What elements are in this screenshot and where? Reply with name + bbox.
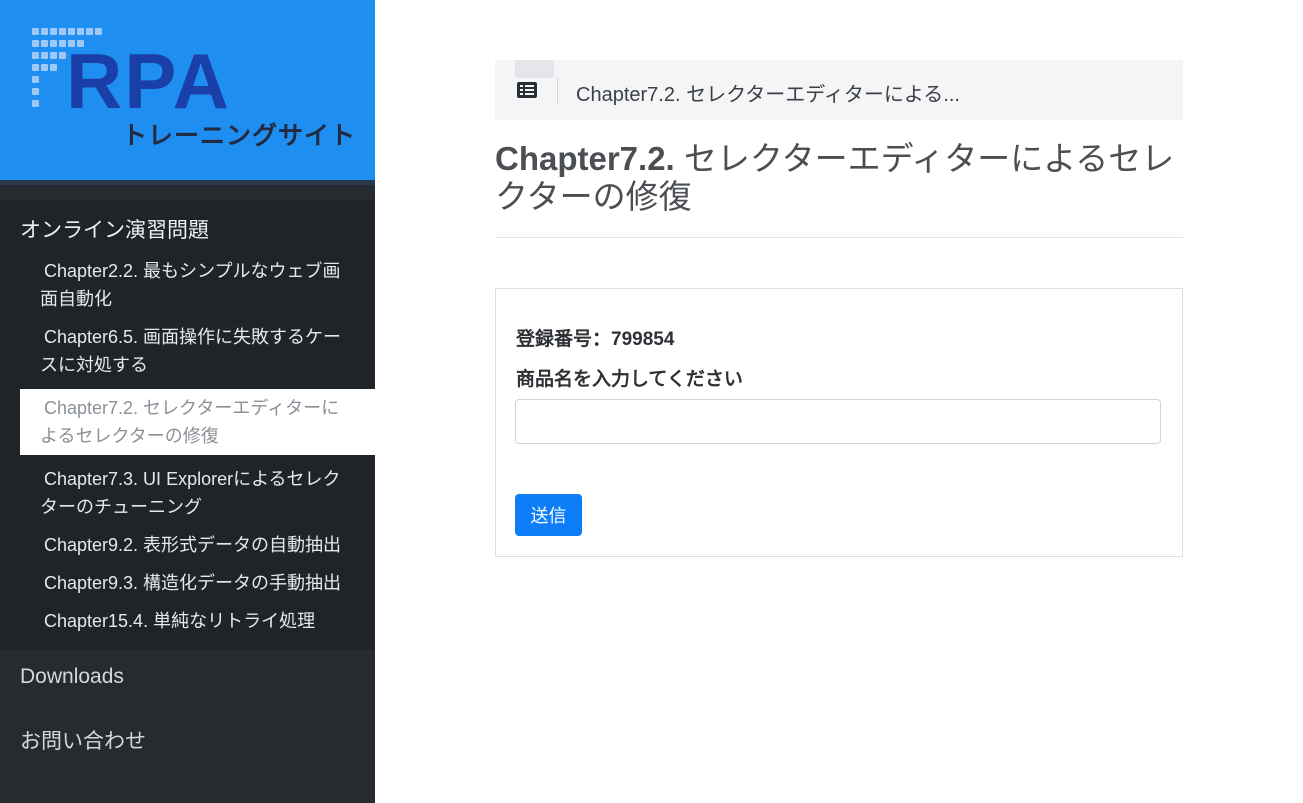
submit-button[interactable]: 送信 bbox=[515, 494, 582, 536]
logo-dot bbox=[32, 76, 39, 83]
logo-dot bbox=[59, 28, 66, 35]
logo-dot bbox=[50, 28, 57, 35]
downloads-link[interactable]: Downloads bbox=[20, 665, 124, 689]
logo-dot bbox=[59, 52, 66, 59]
logo-dot bbox=[32, 40, 39, 47]
contact-link[interactable]: お問い合わせ bbox=[20, 725, 146, 755]
page-title: Chapter7.2. セレクターエディターによるセレクターの修復 bbox=[495, 140, 1185, 216]
logo-dot bbox=[41, 64, 48, 71]
sidebar-item-chapter15-4[interactable]: Chapter15.4. 単純なリトライ処理 bbox=[20, 607, 375, 635]
logo-dot bbox=[77, 28, 84, 35]
exercise-list: Chapter2.2. 最もシンプルなウェブ画面自動化 Chapter6.5. … bbox=[20, 257, 375, 645]
sidebar-item-chapter7-3[interactable]: Chapter7.3. UI Explorerによるセレクターのチューニング bbox=[20, 465, 375, 521]
logo-dot bbox=[95, 28, 102, 35]
sidebar: RPA トレーニングサイト オンライン演習問題 Chapter2.2. 最もシン… bbox=[0, 0, 375, 803]
sidebar-item-chapter7-2[interactable]: Chapter7.2. セレクターエディターによるセレクターの修復 bbox=[20, 389, 375, 455]
page-title-chapter: Chapter7.2. bbox=[495, 140, 675, 177]
breadcrumb-tab[interactable] bbox=[515, 60, 554, 78]
registration-number: 登録番号：799854 bbox=[516, 329, 675, 350]
breadcrumb-text: Chapter7.2. セレクターエディターによる... bbox=[576, 84, 960, 106]
title-divider bbox=[495, 237, 1183, 238]
logo-dot bbox=[50, 64, 57, 71]
logo-dot bbox=[41, 28, 48, 35]
sidebar-item-chapter2-2[interactable]: Chapter2.2. 最もシンプルなウェブ画面自動化 bbox=[20, 257, 375, 313]
product-name-label: 商品名を入力してください bbox=[516, 369, 743, 390]
logo-dot bbox=[68, 28, 75, 35]
list-icon[interactable] bbox=[517, 82, 537, 98]
nav-section-title: オンライン演習問題 bbox=[20, 219, 209, 242]
logo-title: RPA bbox=[66, 37, 231, 125]
logo-dot bbox=[41, 52, 48, 59]
sidebar-item-chapter9-2[interactable]: Chapter9.2. 表形式データの自動抽出 bbox=[20, 531, 375, 559]
logo-dot bbox=[32, 100, 39, 107]
brand-header[interactable]: RPA トレーニングサイト bbox=[0, 0, 375, 180]
header-divider bbox=[0, 180, 375, 185]
logo-dot bbox=[32, 64, 39, 71]
logo-dot bbox=[50, 40, 57, 47]
logo-dot bbox=[86, 28, 93, 35]
logo-dot bbox=[41, 40, 48, 47]
logo-subtitle: トレーニングサイト bbox=[122, 122, 357, 150]
sidebar-item-chapter9-3[interactable]: Chapter9.3. 構造化データの手動抽出 bbox=[20, 569, 375, 597]
logo-dot bbox=[32, 88, 39, 95]
sidebar-item-chapter6-5[interactable]: Chapter6.5. 画面操作に失敗するケースに対処する bbox=[20, 323, 375, 379]
breadcrumb-divider bbox=[557, 78, 558, 104]
logo-dot bbox=[59, 40, 66, 47]
logo-dot bbox=[32, 28, 39, 35]
logo-dot bbox=[32, 52, 39, 59]
product-name-input[interactable] bbox=[515, 399, 1161, 444]
exercise-nav: オンライン演習問題 Chapter2.2. 最もシンプルなウェブ画面自動化 Ch… bbox=[0, 200, 375, 650]
logo-dot bbox=[50, 52, 57, 59]
breadcrumb: Chapter7.2. セレクターエディターによる... bbox=[495, 60, 1183, 120]
answer-form-card: 登録番号：799854 商品名を入力してください 送信 bbox=[495, 288, 1183, 557]
